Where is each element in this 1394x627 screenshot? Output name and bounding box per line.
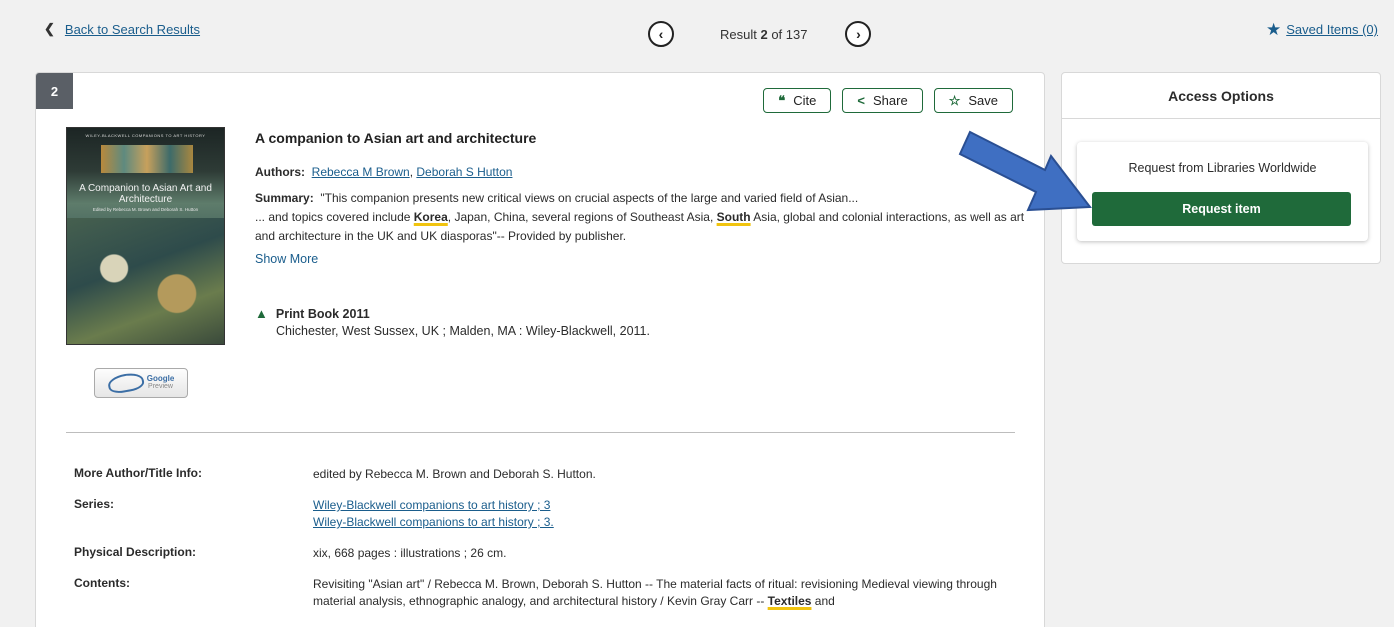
google-brand: Google xyxy=(146,374,175,383)
info-row: Physical Description: xix, 668 pages : i… xyxy=(74,545,1014,562)
author-link[interactable]: Deborah S Hutton xyxy=(416,165,512,179)
cover-artwork xyxy=(101,145,193,173)
request-item-button[interactable]: Request item xyxy=(1092,192,1351,226)
request-box: Request from Libraries Worldwide Request… xyxy=(1077,142,1368,241)
show-more-link[interactable]: Show More xyxy=(255,252,1025,266)
info-row: Contents: Revisiting "Asian art" / Rebec… xyxy=(74,576,1014,610)
google-preview-text: Google Preview xyxy=(147,375,175,391)
info-value: Wiley-Blackwell companions to art histor… xyxy=(313,497,1014,531)
info-row: More Author/Title Info: edited by Rebecc… xyxy=(74,466,1014,483)
result-pager: ‹ Result 2 of 137 › xyxy=(648,21,872,47)
chevron-left-icon: ‹ xyxy=(658,26,664,42)
info-label: Physical Description: xyxy=(74,545,197,559)
info-row: Series: Wiley-Blackwell companions to ar… xyxy=(74,497,1014,531)
format-line: ▲ Print Book 2011 xyxy=(255,306,1025,321)
cover-subtitle: Edited by Rebecca M. Brown and Deborah S… xyxy=(92,207,199,212)
search-highlight: Korea xyxy=(413,210,448,224)
cover-illustration xyxy=(67,218,224,344)
record-details: A companion to Asian art and architectur… xyxy=(255,130,1025,338)
star-outline-icon: ☆ xyxy=(948,92,961,108)
back-to-results-link[interactable]: Back to Search Results xyxy=(65,22,200,37)
arrow-shape xyxy=(958,130,1092,212)
info-label: More Author/Title Info: xyxy=(74,466,202,480)
info-value: Revisiting "Asian art" / Rebecca M. Brow… xyxy=(313,576,1014,610)
author-link[interactable]: Rebecca M Brown xyxy=(312,165,410,179)
info-label: Contents: xyxy=(74,576,130,590)
summary-text: , Japan, China, several regions of South… xyxy=(447,210,717,224)
result-number-badge: 2 xyxy=(36,73,73,109)
record-info-table: More Author/Title Info: edited by Rebecc… xyxy=(74,466,1014,624)
callout-arrow-icon xyxy=(958,130,1092,212)
info-label: Series: xyxy=(74,497,115,511)
save-button[interactable]: ☆ Save xyxy=(933,88,1013,113)
share-label: Share xyxy=(873,93,908,108)
share-icon: < xyxy=(857,93,865,108)
info-value: xix, 668 pages : illustrations ; 26 cm. xyxy=(313,546,507,560)
chevron-right-icon: › xyxy=(856,26,861,42)
summary: Summary: "This companion presents new cr… xyxy=(255,189,1025,246)
result-prefix: Result xyxy=(720,26,761,42)
cite-button[interactable]: ❝ Cite xyxy=(763,88,832,113)
result-counter: Result 2 of 137 xyxy=(720,27,807,42)
back-link[interactable]: ❮ Back to Search Results xyxy=(44,21,200,37)
summary-text: ... and topics covered include xyxy=(255,210,414,224)
share-button[interactable]: < Share xyxy=(842,88,923,113)
next-result-button[interactable]: › xyxy=(845,21,872,47)
section-divider xyxy=(66,432,1015,433)
book-cover[interactable]: WILEY-BLACKWELL COMPANIONS TO ART HISTOR… xyxy=(66,127,225,345)
format-label: Print Book 2011 xyxy=(275,306,370,321)
summary-line1: "This companion presents new critical vi… xyxy=(320,191,859,205)
contents-text: Revisiting "Asian art" / Rebecca M. Brow… xyxy=(313,577,997,608)
preview-label: Preview xyxy=(148,383,173,390)
search-highlight: South xyxy=(716,210,751,224)
top-bar: ❮ Back to Search Results ‹ Result 2 of 1… xyxy=(0,0,1394,62)
series-link[interactable]: Wiley-Blackwell companions to art histor… xyxy=(313,497,1014,514)
open-book-icon xyxy=(106,371,146,395)
record-actions: ❝ Cite < Share ☆ Save xyxy=(763,88,1013,113)
request-label: Request from Libraries Worldwide xyxy=(1128,161,1317,175)
saved-items-link[interactable]: Saved Items (0) xyxy=(1286,22,1378,37)
authors-label: Authors: xyxy=(255,165,305,179)
series-link[interactable]: Wiley-Blackwell companions to art histor… xyxy=(313,514,1014,531)
contents-text: and xyxy=(811,594,835,608)
record-title[interactable]: A companion to Asian art and architectur… xyxy=(255,130,1025,146)
search-highlight: Textiles xyxy=(767,594,812,608)
cite-label: Cite xyxy=(793,93,817,108)
cover-series-text: WILEY-BLACKWELL COMPANIONS TO ART HISTOR… xyxy=(85,133,206,138)
result-total: of 137 xyxy=(767,26,808,42)
saved-items[interactable]: ★ Saved Items (0) xyxy=(1266,21,1378,38)
star-icon: ★ xyxy=(1265,20,1282,39)
access-options-panel: Access Options Request from Libraries Wo… xyxy=(1061,72,1381,264)
result-index: 2 xyxy=(760,26,768,42)
save-label: Save xyxy=(968,93,998,108)
previous-result-button[interactable]: ‹ xyxy=(648,21,674,47)
authors-line: Authors: Rebecca M Brown, Deborah S Hutt… xyxy=(255,165,513,179)
books-icon: ▲ xyxy=(255,306,268,321)
summary-label: Summary: xyxy=(255,191,314,205)
record-card: 2 ❝ Cite < Share ☆ Save WILEY-BLACKWELL COM… xyxy=(35,72,1045,627)
cover-title: A Companion to Asian Art and Architectur… xyxy=(79,183,212,205)
publisher-info: Chichester, West Sussex, UK ; Malden, MA… xyxy=(276,324,650,338)
quote-icon: ❝ xyxy=(778,92,786,108)
access-options-header: Access Options xyxy=(1062,73,1380,119)
chevron-left-icon: ❮ xyxy=(44,21,55,36)
google-preview-button[interactable]: Google Preview xyxy=(94,368,188,398)
info-value: edited by Rebecca M. Brown and Deborah S… xyxy=(313,467,596,481)
